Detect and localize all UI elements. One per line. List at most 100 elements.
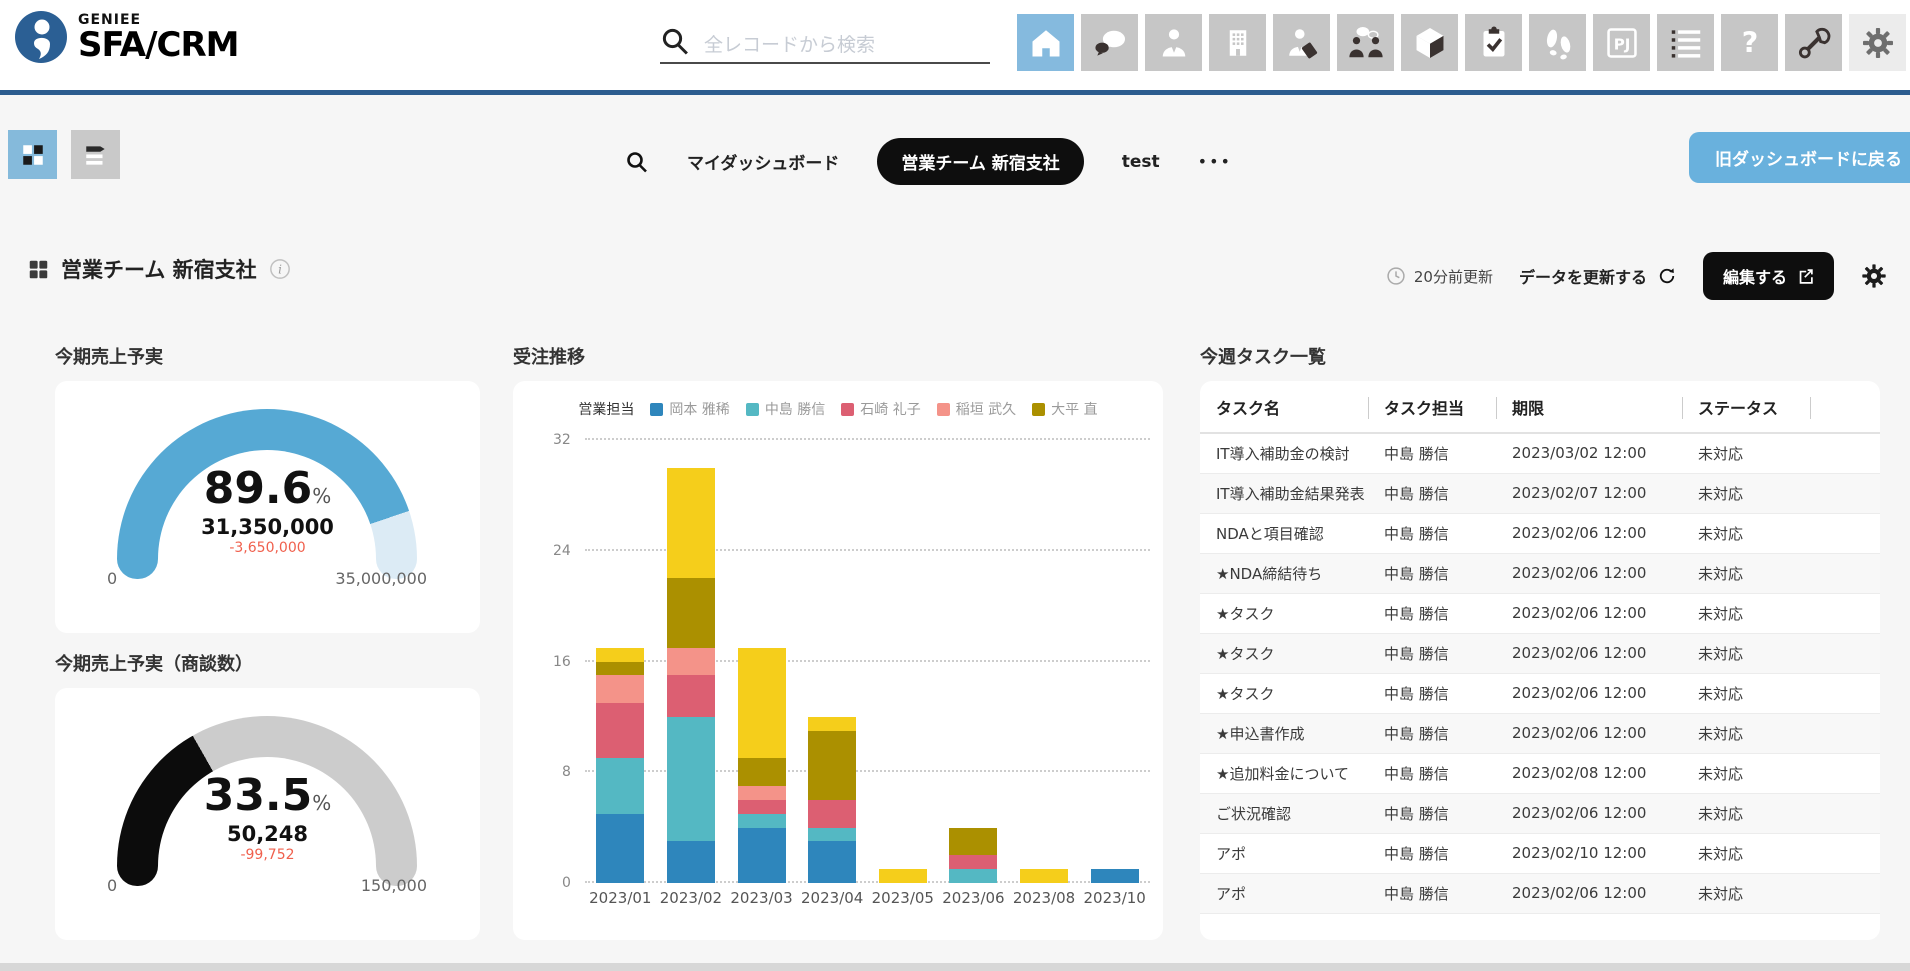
bar-segment[interactable] [738, 648, 786, 759]
dashboard-view-button[interactable] [8, 130, 57, 179]
bar-segment[interactable] [808, 800, 856, 828]
table-cell: ★タスク [1200, 593, 1368, 633]
task-icon[interactable] [1465, 14, 1522, 71]
deal-icon[interactable] [1273, 14, 1330, 71]
table-row[interactable]: ★タスク中島 勝信2023/02/06 12:00未対応 [1200, 633, 1880, 673]
column-header-extra [1810, 381, 1880, 433]
global-search-input[interactable] [704, 34, 964, 56]
bar-segment[interactable] [667, 841, 715, 883]
company-icon[interactable] [1209, 14, 1266, 71]
bar-2023/03[interactable] [738, 648, 786, 883]
bar-segment[interactable] [738, 814, 786, 828]
help-icon[interactable]: ? [1721, 14, 1778, 71]
table-header-row: タスク名 タスク担当 期限 ステータス [1200, 381, 1880, 433]
bar-2023/04[interactable] [808, 717, 856, 883]
legend-item[interactable]: 中島 勝信 [746, 399, 825, 419]
table-cell: 中島 勝信 [1368, 633, 1496, 673]
gauge1-panel: 89.6% 31,350,000 -3,650,000 0 35,000,000 [55, 381, 480, 633]
dashboard-search-icon[interactable] [625, 150, 649, 174]
dashboard-tabs: マイダッシュボード 営業チーム 新宿支社 test ••• [625, 138, 1232, 185]
clock-icon [1386, 266, 1406, 286]
bar-segment[interactable] [596, 648, 644, 662]
table-row[interactable]: アポ中島 勝信2023/02/10 12:00未対応 [1200, 833, 1880, 873]
table-row[interactable]: ★NDA締結待ち中島 勝信2023/02/06 12:00未対応 [1200, 553, 1880, 593]
bar-segment[interactable] [879, 869, 927, 883]
table-row[interactable]: ★タスク中島 勝信2023/02/06 12:00未対応 [1200, 673, 1880, 713]
bar-segment[interactable] [808, 841, 856, 883]
project-icon[interactable]: PJ [1593, 14, 1650, 71]
bar-segment[interactable] [596, 675, 644, 703]
table-row[interactable]: IT導入補助金の検討中島 勝信2023/03/02 12:00未対応 [1200, 433, 1880, 473]
dashboard-grid-icon [28, 259, 49, 280]
bar-segment[interactable] [667, 675, 715, 717]
table-row[interactable]: アポ中島 勝信2023/02/06 12:00未対応 [1200, 873, 1880, 913]
tools-icon[interactable] [1785, 14, 1842, 71]
bar-segment[interactable] [596, 703, 644, 758]
bar-segment[interactable] [738, 786, 786, 800]
bar-segment[interactable] [808, 717, 856, 731]
bar-segment[interactable] [667, 468, 715, 579]
bar-segment[interactable] [1020, 869, 1068, 883]
settings-icon[interactable] [1849, 14, 1906, 71]
refresh-data-button[interactable]: データを更新する [1519, 264, 1677, 288]
table-row[interactable]: ★タスク中島 勝信2023/02/06 12:00未対応 [1200, 593, 1880, 633]
activity-icon[interactable] [1529, 14, 1586, 71]
order-trend-chart-panel: 営業担当 岡本 雅稀中島 勝信石崎 礼子稲垣 武久大平 直 08162432 2… [513, 381, 1163, 940]
bar-2023/02[interactable] [667, 468, 715, 883]
tab-sales-team-shinjuku[interactable]: 営業チーム 新宿支社 [877, 138, 1083, 185]
bar-segment[interactable] [1091, 869, 1139, 883]
more-tabs-button[interactable]: ••• [1198, 152, 1232, 171]
legend-swatch-icon [937, 403, 950, 416]
bar-segment[interactable] [808, 731, 856, 800]
bar-segment[interactable] [596, 758, 644, 813]
bar-2023/05[interactable] [879, 869, 927, 883]
bar-2023/08[interactable] [1020, 869, 1068, 883]
bar-2023/01[interactable] [596, 648, 644, 883]
table-row[interactable]: ★追加料金について中島 勝信2023/02/08 12:00未対応 [1200, 753, 1880, 793]
bar-segment[interactable] [808, 828, 856, 842]
info-icon[interactable]: i [269, 258, 291, 280]
bar-segment[interactable] [949, 828, 997, 856]
bar-2023/06[interactable] [949, 828, 997, 883]
bar-segment[interactable] [667, 717, 715, 842]
bar-segment[interactable] [667, 578, 715, 647]
bottom-strip [0, 963, 1910, 971]
table-cell: 未対応 [1682, 713, 1810, 753]
edit-button[interactable]: 編集する [1703, 252, 1834, 300]
bar-2023/10[interactable] [1091, 869, 1139, 883]
table-cell: ★タスク [1200, 673, 1368, 713]
bar-segment[interactable] [738, 758, 786, 786]
bar-segment[interactable] [667, 648, 715, 676]
contact-icon[interactable] [1145, 14, 1202, 71]
report-view-button[interactable] [71, 130, 120, 179]
product-icon[interactable] [1401, 14, 1458, 71]
bar-segment[interactable] [596, 662, 644, 676]
table-cell [1810, 753, 1880, 793]
table-row[interactable]: IT導入補助金結果発表中島 勝信2023/02/07 12:00未対応 [1200, 473, 1880, 513]
table-cell: 2023/02/06 12:00 [1496, 713, 1682, 753]
chat-icon[interactable] [1081, 14, 1138, 71]
table-row[interactable]: NDAと項目確認中島 勝信2023/02/06 12:00未対応 [1200, 513, 1880, 553]
bar-segment[interactable] [738, 828, 786, 883]
column-header-due: 期限 [1496, 381, 1682, 433]
table-cell: 中島 勝信 [1368, 553, 1496, 593]
table-row[interactable]: ご状況確認中島 勝信2023/02/06 12:00未対応 [1200, 793, 1880, 833]
table-row[interactable]: ★申込書作成中島 勝信2023/02/06 12:00未対応 [1200, 713, 1880, 753]
bar-segment[interactable] [949, 855, 997, 869]
page-settings-gear-icon[interactable] [1860, 262, 1888, 290]
bar-segment[interactable] [596, 814, 644, 883]
back-to-old-dashboard-button[interactable]: 旧ダッシュボードに戻る [1689, 132, 1910, 183]
bar-segment[interactable] [738, 800, 786, 814]
legend-item[interactable]: 大平 直 [1032, 399, 1097, 419]
legend-item[interactable]: 石崎 礼子 [841, 399, 920, 419]
legend-item[interactable]: 岡本 雅稀 [650, 399, 729, 419]
tab-my-dashboard[interactable]: マイダッシュボード [687, 149, 839, 174]
meeting-icon[interactable] [1337, 14, 1394, 71]
list-icon[interactable] [1657, 14, 1714, 71]
bar-segment[interactable] [949, 869, 997, 883]
table-cell: 2023/02/06 12:00 [1496, 633, 1682, 673]
gauge-diff: -3,650,000 [55, 540, 480, 556]
legend-item[interactable]: 稲垣 武久 [937, 399, 1016, 419]
home-icon[interactable] [1017, 14, 1074, 71]
tab-test[interactable]: test [1122, 152, 1160, 172]
